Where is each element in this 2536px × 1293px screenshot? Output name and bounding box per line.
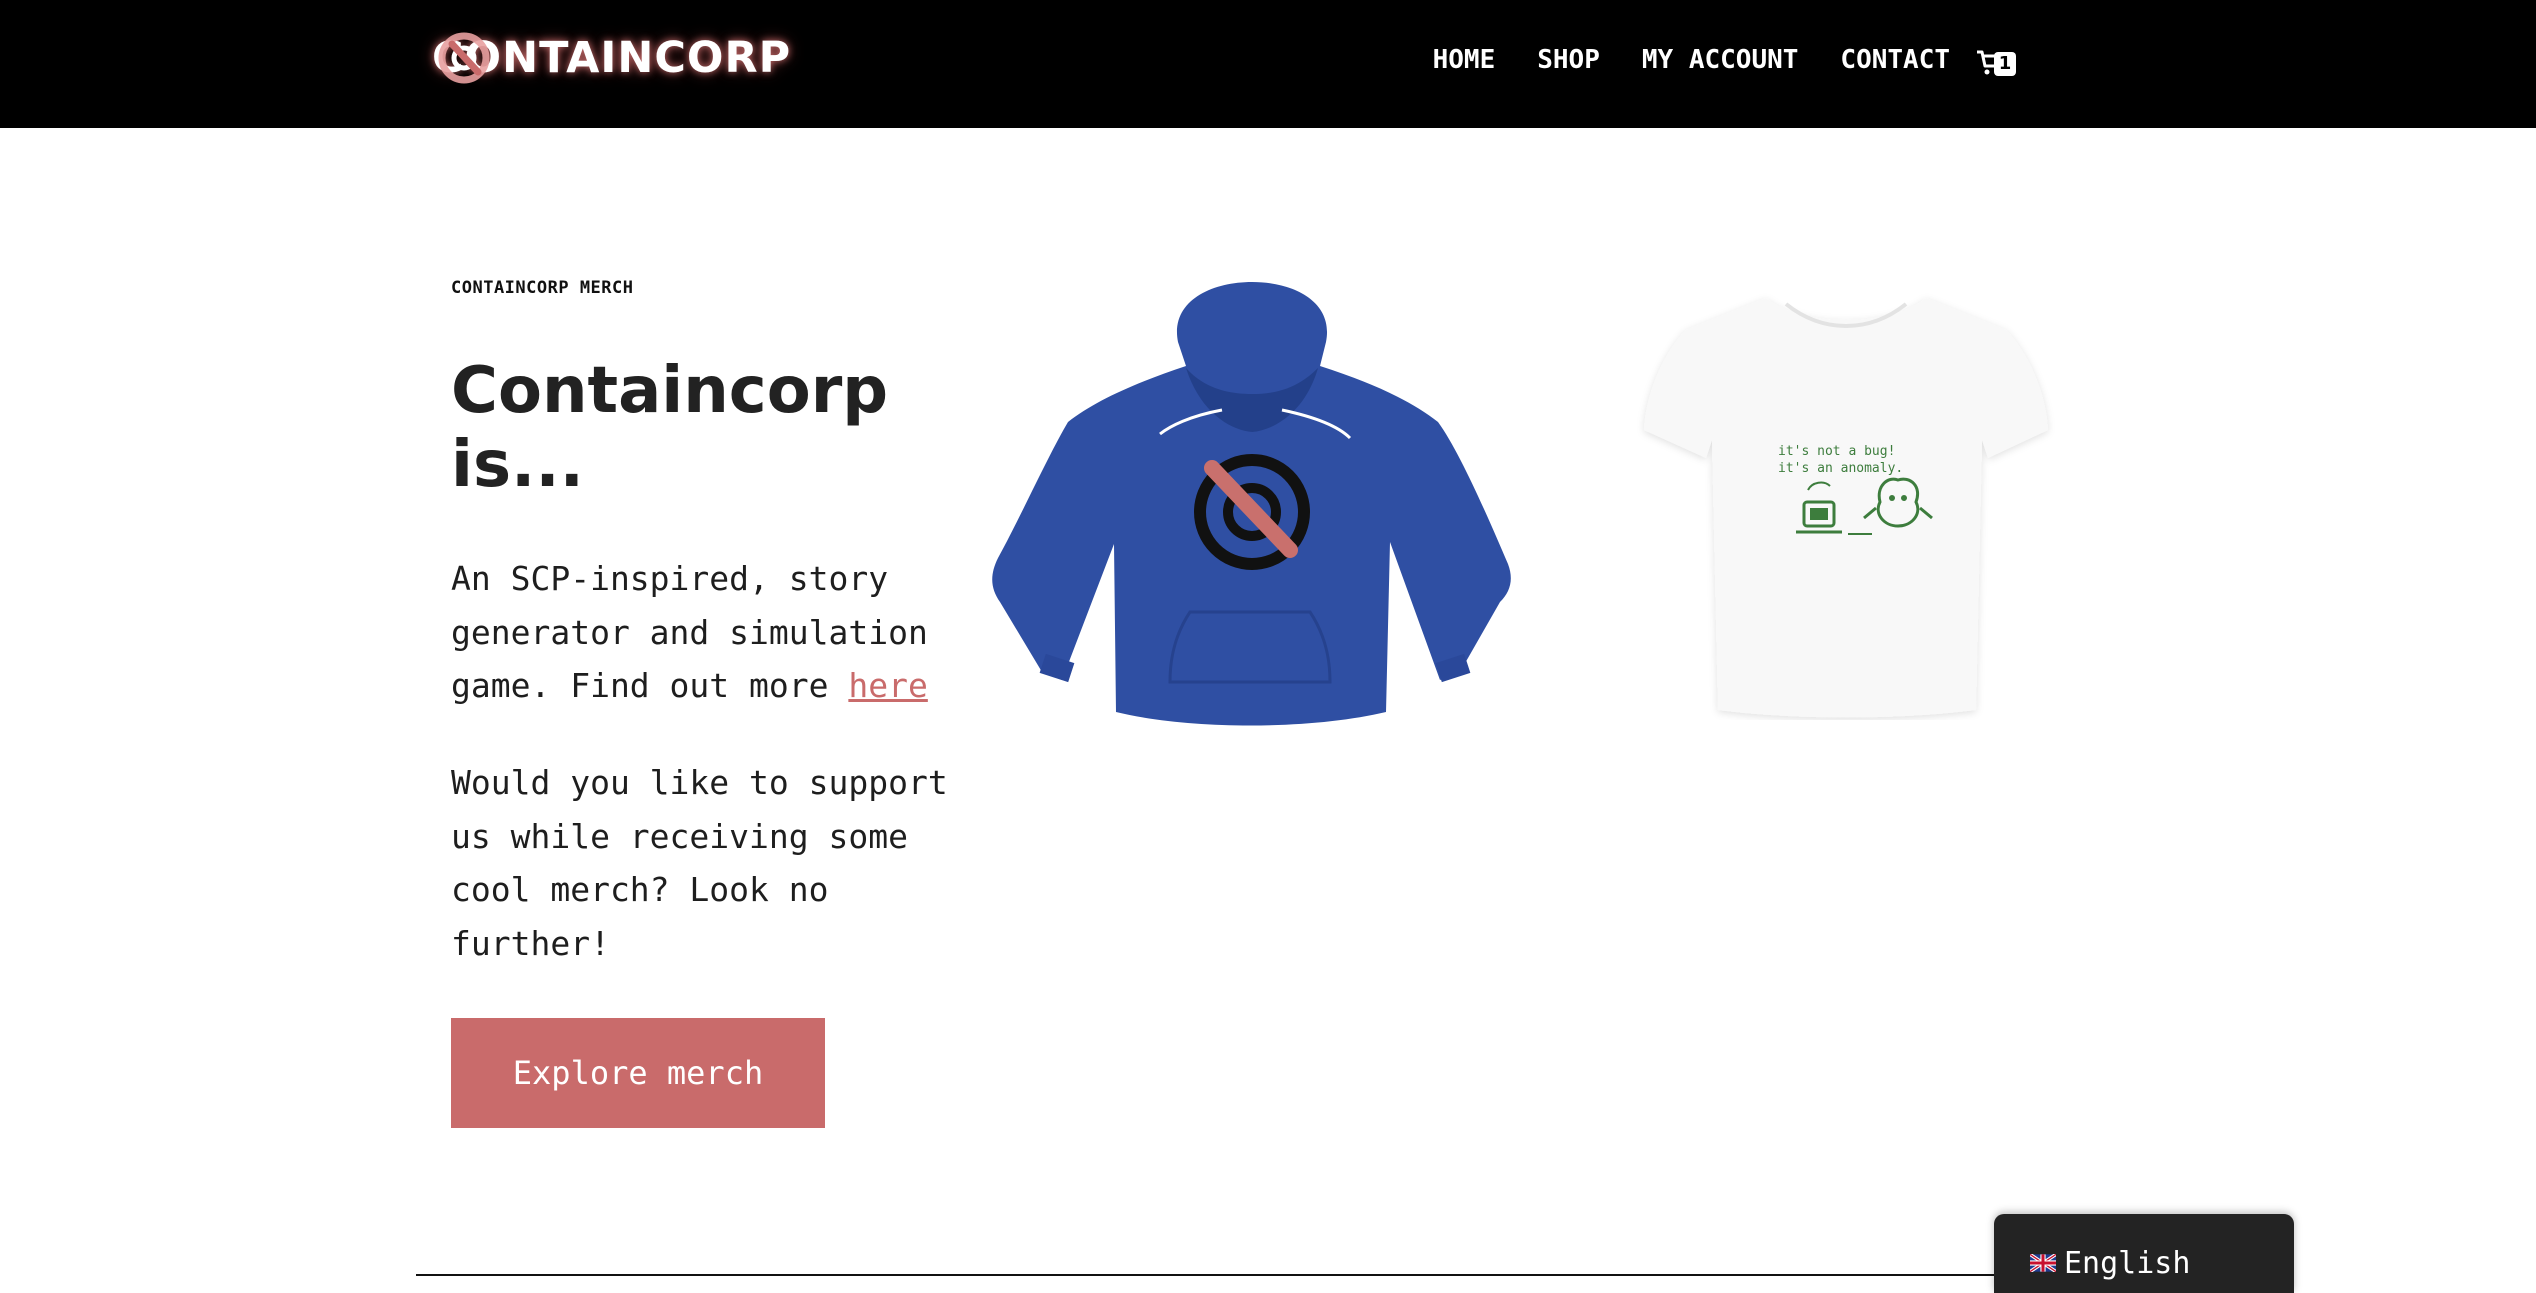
main-nav: HOME SHOP MY ACCOUNT CONTACT 1 [1433, 38, 2020, 82]
language-switcher[interactable]: English [1994, 1214, 2294, 1293]
uk-flag-icon [2030, 1254, 2056, 1272]
language-label: English [2064, 1246, 2191, 1281]
site-header: CONTAINCORP HOME SHOP MY ACCOUNT CONTACT… [0, 0, 2536, 128]
tshirt-print-line2: it's an anomaly. [1778, 461, 1903, 476]
section-divider [416, 1274, 1996, 1276]
nav-home[interactable]: HOME [1433, 38, 1496, 82]
logo-mark-icon [438, 32, 490, 84]
hoodie-illustration [992, 282, 1511, 726]
site-logo[interactable]: CONTAINCORP [432, 30, 791, 86]
page-title: Containcorp is... [451, 354, 889, 502]
nav-contact[interactable]: CONTACT [1840, 38, 1950, 82]
cart-button[interactable]: 1 [1976, 38, 2020, 82]
find-out-more-link[interactable]: here [848, 666, 927, 705]
section-eyebrow: CONTAINCORP MERCH [451, 278, 634, 298]
cart-count-badge: 1 [1994, 52, 2016, 76]
support-text: Would you like to support us while recei… [451, 763, 948, 963]
tshirt-illustration: it's not a bug! it's an anomaly. [1644, 298, 2048, 718]
tshirt-print-line1: it's not a bug! [1778, 444, 1895, 459]
product-hoodie-image[interactable] [990, 282, 1526, 730]
explore-merch-button[interactable]: Explore merch [451, 1018, 825, 1128]
nav-shop[interactable]: SHOP [1537, 38, 1600, 82]
nav-my-account[interactable]: MY ACCOUNT [1642, 38, 1799, 82]
product-tshirt-image[interactable]: it's not a bug! it's an anomaly. [1636, 290, 2056, 720]
hero-description: An SCP-inspired, story generator and sim… [451, 552, 971, 713]
